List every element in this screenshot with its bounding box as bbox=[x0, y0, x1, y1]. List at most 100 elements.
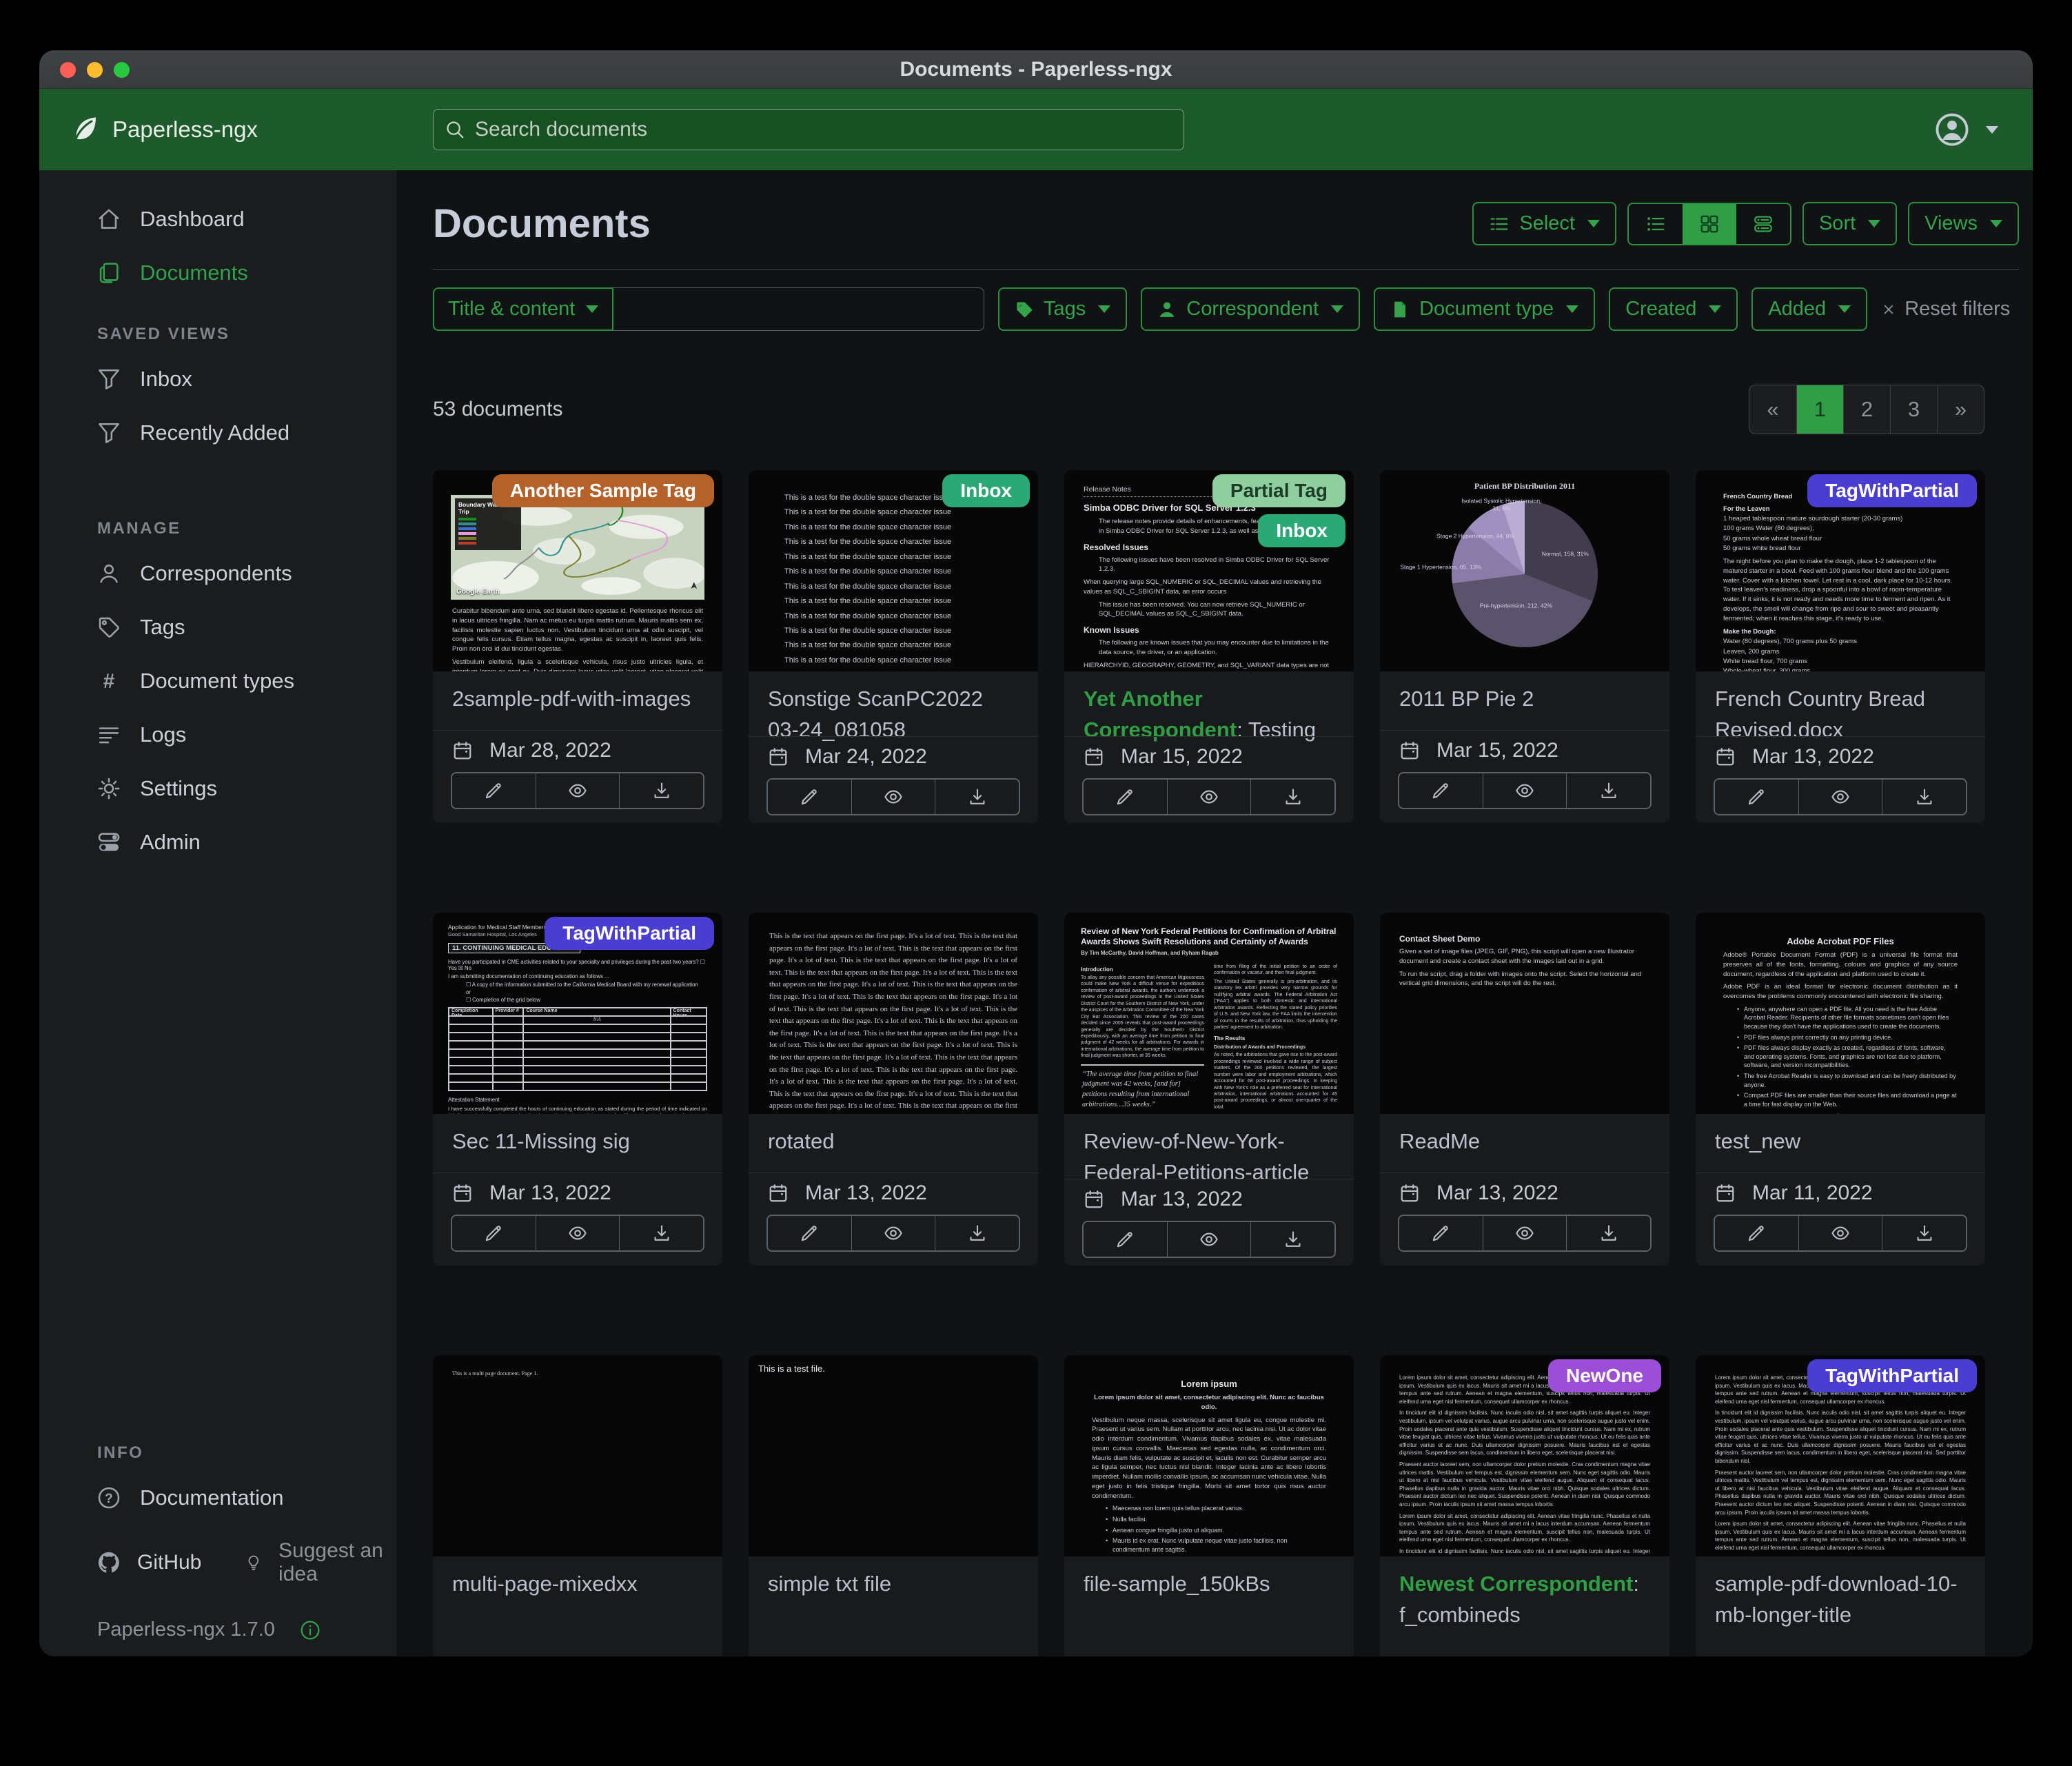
detail-view-button[interactable] bbox=[1736, 204, 1790, 244]
tag-badge[interactable]: Another Sample Tag bbox=[492, 474, 714, 507]
view-button[interactable] bbox=[851, 780, 935, 814]
document-title-link[interactable]: multi-page-mixedxx bbox=[452, 1569, 703, 1600]
sidebar-item-admin[interactable]: Admin bbox=[39, 815, 396, 869]
download-button[interactable] bbox=[935, 1216, 1019, 1250]
suggest-idea-link[interactable]: Suggest an idea bbox=[245, 1539, 396, 1586]
view-button[interactable] bbox=[1483, 773, 1567, 808]
tag-badge[interactable]: NewOne bbox=[1548, 1359, 1661, 1392]
reset-filters-button[interactable]: Reset filters bbox=[1881, 287, 2010, 331]
sidebar-item-correspondents[interactable]: Correspondents bbox=[39, 547, 396, 600]
document-title-link[interactable]: Newest Correspondent: f_combineds bbox=[1399, 1569, 1650, 1631]
pagination-next-button[interactable]: » bbox=[1937, 385, 1984, 434]
edit-button[interactable] bbox=[768, 1216, 851, 1250]
created-filter-button[interactable]: Created bbox=[1609, 287, 1738, 331]
document-title-link[interactable]: sample-pdf-download-10-mb-longer-title bbox=[1715, 1569, 1966, 1631]
tags-filter-button[interactable]: Tags bbox=[998, 287, 1127, 331]
grid-view-button[interactable] bbox=[1683, 204, 1736, 244]
search-input[interactable] bbox=[475, 118, 1172, 141]
document-thumbnail[interactable]: Patient BP Distribution 2011Normal, 158,… bbox=[1380, 470, 1669, 671]
edit-button[interactable] bbox=[1715, 780, 1798, 814]
document-thumbnail[interactable]: Review of New York Federal Petitions for… bbox=[1064, 913, 1354, 1114]
edit-button[interactable] bbox=[452, 773, 536, 808]
list-view-button[interactable] bbox=[1629, 204, 1683, 244]
tag-badge[interactable]: Inbox bbox=[942, 474, 1030, 507]
user-menu[interactable] bbox=[1935, 112, 2033, 147]
download-button[interactable] bbox=[1882, 780, 1966, 814]
download-button[interactable] bbox=[619, 773, 703, 808]
view-button[interactable] bbox=[536, 1216, 620, 1250]
sidebar-item-recently-added[interactable]: Recently Added bbox=[39, 406, 396, 460]
sidebar-item-documentation[interactable]: ? Documentation bbox=[39, 1471, 396, 1525]
tag-badge[interactable]: TagWithPartial bbox=[545, 917, 714, 950]
pagination-page-button[interactable]: 1 bbox=[1796, 385, 1843, 434]
document-title-link[interactable]: test_new bbox=[1715, 1126, 1966, 1157]
edit-button[interactable] bbox=[1084, 1222, 1167, 1257]
views-button[interactable]: Views bbox=[1908, 202, 2019, 245]
info-circle-icon[interactable] bbox=[300, 1620, 321, 1641]
download-button[interactable] bbox=[1882, 1216, 1966, 1250]
document-thumbnail[interactable]: This is a test file. bbox=[749, 1355, 1038, 1556]
correspondent-link[interactable]: Yet Another Correspondent bbox=[1084, 687, 1237, 742]
edit-button[interactable] bbox=[1399, 773, 1483, 808]
sidebar-item-settings[interactable]: Settings bbox=[39, 762, 396, 815]
pagination-page-button[interactable]: 3 bbox=[1890, 385, 1937, 434]
edit-button[interactable] bbox=[1084, 780, 1167, 814]
document-thumbnail[interactable]: Contact Sheet DemoGiven a set of image f… bbox=[1380, 913, 1669, 1114]
document-title-link[interactable]: ReadMe bbox=[1399, 1126, 1650, 1157]
sidebar-item-logs[interactable]: Logs bbox=[39, 708, 396, 762]
tag-badge[interactable]: Inbox bbox=[1258, 514, 1345, 547]
tag-badge[interactable]: TagWithPartial bbox=[1807, 474, 1977, 507]
document-title-link[interactable]: simple txt file bbox=[768, 1569, 1019, 1600]
download-button[interactable] bbox=[619, 1216, 703, 1250]
tag-badge[interactable]: TagWithPartial bbox=[1807, 1359, 1977, 1392]
document-thumbnail[interactable]: Lorem ipsumLorem ipsum dolor sit amet, c… bbox=[1064, 1355, 1354, 1556]
document-thumbnail[interactable]: This is the text that appears on the fir… bbox=[749, 913, 1038, 1114]
sidebar-item-inbox[interactable]: Inbox bbox=[39, 352, 396, 406]
sidebar-item-document-types[interactable]: # Document types bbox=[39, 654, 396, 708]
tag-badge[interactable]: Partial Tag bbox=[1212, 474, 1345, 507]
document-title-link[interactable]: 2011 BP Pie 2 bbox=[1399, 684, 1650, 715]
document-title-link[interactable]: Sec 11-Missing sig bbox=[452, 1126, 703, 1157]
app-brand[interactable]: Paperless-ngx bbox=[39, 114, 258, 145]
edit-button[interactable] bbox=[1399, 1216, 1483, 1250]
view-button[interactable] bbox=[536, 773, 620, 808]
document-type-filter-button[interactable]: Document type bbox=[1374, 287, 1595, 331]
added-filter-button[interactable]: Added bbox=[1751, 287, 1867, 331]
correspondent-filter-button[interactable]: Correspondent bbox=[1141, 287, 1360, 331]
sidebar-item-tags[interactable]: Tags bbox=[39, 600, 396, 654]
view-button[interactable] bbox=[1798, 780, 1882, 814]
sidebar-item-dashboard[interactable]: Dashboard bbox=[39, 192, 396, 246]
download-button[interactable] bbox=[1250, 1222, 1334, 1257]
zoom-window-button[interactable] bbox=[114, 62, 130, 78]
close-window-button[interactable] bbox=[60, 62, 76, 78]
global-search[interactable] bbox=[433, 109, 1184, 150]
view-button[interactable] bbox=[1483, 1216, 1567, 1250]
download-button[interactable] bbox=[935, 780, 1019, 814]
pagination-prev-button[interactable]: « bbox=[1749, 385, 1796, 434]
download-button[interactable] bbox=[1566, 773, 1650, 808]
download-button[interactable] bbox=[1566, 1216, 1650, 1250]
select-button[interactable]: Select bbox=[1472, 202, 1616, 245]
view-button[interactable] bbox=[1798, 1216, 1882, 1250]
document-thumbnail[interactable]: Adobe Acrobat PDF FilesAdobe® Portable D… bbox=[1696, 913, 1985, 1114]
minimize-window-button[interactable] bbox=[87, 62, 103, 78]
document-title-link[interactable]: 2sample-pdf-with-images bbox=[452, 684, 703, 715]
pagination-page-button[interactable]: 2 bbox=[1843, 385, 1890, 434]
view-button[interactable] bbox=[1167, 1222, 1251, 1257]
document-title-link[interactable]: rotated bbox=[768, 1126, 1019, 1157]
view-button[interactable] bbox=[851, 1216, 935, 1250]
view-button[interactable] bbox=[1167, 780, 1251, 814]
thumbnail-text: This is a multi page document. Page 1. bbox=[452, 1370, 703, 1377]
filter-query-input[interactable] bbox=[613, 287, 984, 331]
edit-button[interactable] bbox=[1715, 1216, 1798, 1250]
sort-button[interactable]: Sort bbox=[1802, 202, 1897, 245]
edit-button[interactable] bbox=[452, 1216, 536, 1250]
edit-button[interactable] bbox=[768, 780, 851, 814]
sidebar-item-documents[interactable]: Documents bbox=[39, 246, 396, 300]
document-title-link[interactable]: file-sample_150kBs bbox=[1084, 1569, 1334, 1600]
github-link[interactable]: GitHub bbox=[97, 1551, 201, 1574]
correspondent-link[interactable]: Newest Correspondent bbox=[1399, 1572, 1633, 1596]
document-thumbnail[interactable]: This is a multi page document. Page 1. bbox=[433, 1355, 722, 1556]
download-button[interactable] bbox=[1250, 780, 1334, 814]
title-content-filter-button[interactable]: Title & content bbox=[433, 287, 613, 331]
